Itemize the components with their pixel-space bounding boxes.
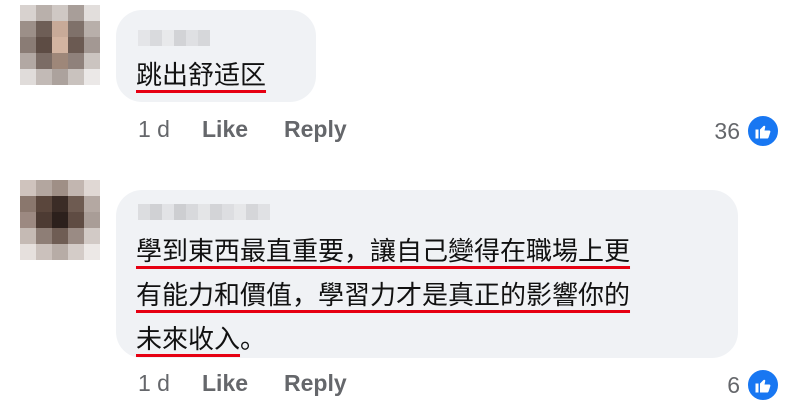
reaction-summary[interactable]: 6 bbox=[727, 368, 780, 402]
like-button[interactable]: Like bbox=[202, 116, 284, 143]
comment-text-line: 未來收入 bbox=[136, 325, 241, 355]
comment-text-punctuation: 。 bbox=[240, 325, 267, 355]
comment-text-line: 學到東西最直重要，讓自己變得在職場上更 bbox=[136, 237, 631, 267]
comment-text-line: 有能力和價值，學習力才是真正的影響你的 bbox=[136, 281, 631, 311]
comment-bubble: 跳出舒适区 bbox=[116, 10, 316, 102]
comment-actions: 1 d Like Reply bbox=[138, 370, 347, 397]
comment-text-line: 跳出舒适区 bbox=[136, 61, 267, 91]
comment-age[interactable]: 1 d bbox=[138, 116, 202, 143]
like-button[interactable]: Like bbox=[202, 370, 284, 397]
comment-text: 跳出舒适区 bbox=[136, 54, 266, 98]
avatar[interactable] bbox=[20, 180, 100, 260]
commenter-name-blurred[interactable] bbox=[138, 30, 210, 46]
commenter-name-blurred[interactable] bbox=[138, 204, 270, 220]
reaction-count: 6 bbox=[727, 371, 740, 398]
thumbs-up-icon bbox=[746, 114, 780, 148]
thumbs-up-icon bbox=[746, 368, 780, 402]
reply-button[interactable]: Reply bbox=[284, 116, 347, 143]
comment-age[interactable]: 1 d bbox=[138, 370, 202, 397]
comment-actions: 1 d Like Reply bbox=[138, 116, 347, 143]
reaction-count: 36 bbox=[714, 117, 740, 144]
comment-bubble: 學到東西最直重要，讓自己變得在職場上更 有能力和價值，學習力才是真正的影響你的 … bbox=[116, 190, 738, 358]
comment-text: 學到東西最直重要，讓自己變得在職場上更 有能力和價值，學習力才是真正的影響你的 … bbox=[136, 230, 630, 362]
avatar[interactable] bbox=[20, 5, 100, 85]
reply-button[interactable]: Reply bbox=[284, 370, 347, 397]
reaction-summary[interactable]: 36 bbox=[714, 114, 780, 148]
